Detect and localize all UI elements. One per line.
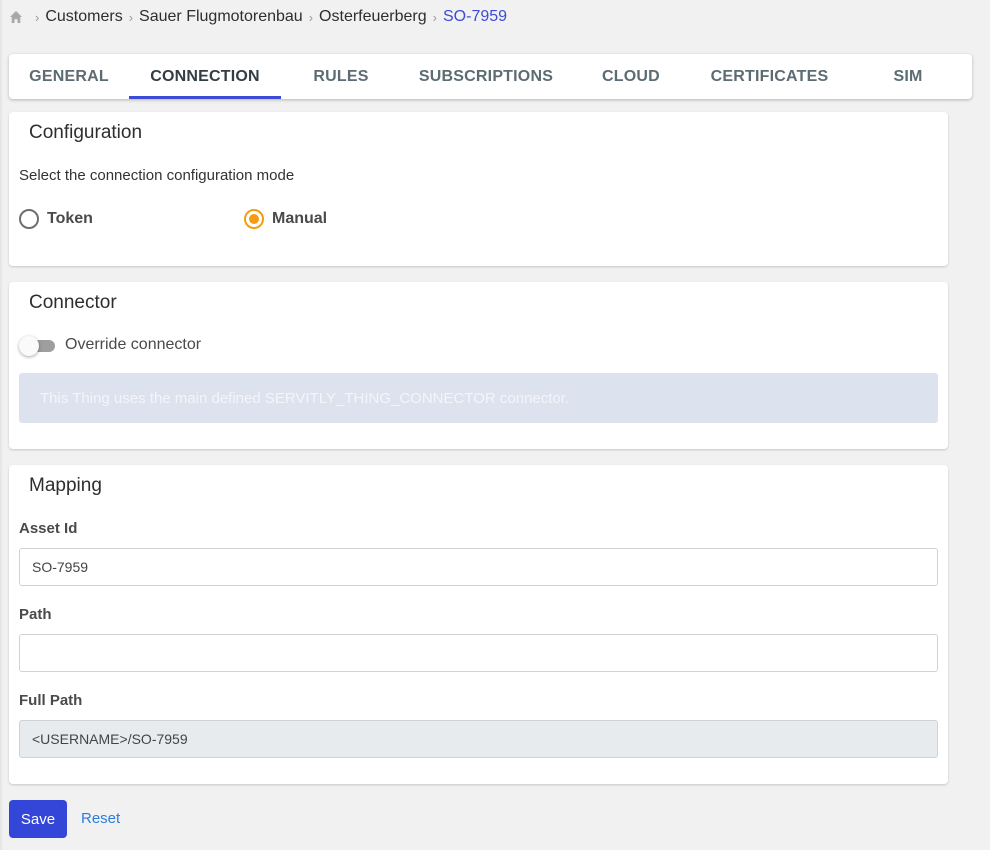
connector-card: Connector Override connector This Thing … — [9, 282, 948, 449]
configuration-description: Select the connection configuration mode — [19, 167, 295, 184]
chevron-right-icon: › — [308, 9, 314, 25]
breadcrumb-item-thing: SO-7959 — [443, 8, 508, 25]
asset-id-input[interactable] — [19, 548, 938, 586]
radio-manual-label: Manual — [272, 210, 328, 227]
full-path-input — [19, 720, 938, 758]
path-label: Path — [19, 606, 52, 623]
connector-title: Connector — [29, 292, 117, 313]
tab-cloud[interactable]: CLOUD — [571, 54, 691, 99]
home-icon[interactable] — [9, 10, 23, 24]
radio-token-label: Token — [47, 210, 93, 227]
tab-subscriptions[interactable]: SUBSCRIPTIONS — [401, 54, 571, 99]
chevron-right-icon: › — [35, 9, 40, 25]
save-button[interactable]: Save — [9, 800, 67, 838]
asset-id-label: Asset Id — [19, 520, 78, 537]
reset-link[interactable]: Reset — [81, 810, 120, 827]
tab-sim[interactable]: SIM — [848, 54, 968, 99]
breadcrumb-item-customer[interactable]: Sauer Flugmotorenbau — [139, 8, 303, 26]
tab-rules[interactable]: RULES — [281, 54, 401, 99]
toggle-switch-icon[interactable] — [19, 335, 57, 356]
mapping-card: Mapping Asset Id Path Full Path — [9, 465, 948, 784]
breadcrumb-item-customers[interactable]: Customers — [45, 8, 122, 26]
full-path-label: Full Path — [19, 692, 83, 709]
override-connector-label: Override connector — [65, 336, 202, 353]
configuration-title: Configuration — [29, 122, 143, 143]
tab-certificates[interactable]: CERTIFICATES — [691, 54, 848, 99]
breadcrumb: › Customers › Sauer Flugmotorenbau › Ost… — [9, 6, 507, 28]
radio-manual[interactable]: Manual — [244, 209, 327, 229]
mapping-title: Mapping — [29, 475, 102, 496]
tab-connection[interactable]: CONNECTION — [129, 54, 281, 99]
override-connector-toggle[interactable]: Override connector — [19, 335, 202, 356]
radio-unchecked-icon[interactable] — [19, 209, 39, 229]
chevron-right-icon: › — [128, 9, 134, 25]
chevron-right-icon: › — [432, 9, 437, 25]
sidebar-edge — [0, 0, 3, 850]
breadcrumb-item-location[interactable]: Osterfeuerberg — [319, 8, 427, 26]
tab-general[interactable]: GENERAL — [9, 54, 129, 99]
connector-info-box: This Thing uses the main defined SERVITL… — [19, 373, 938, 423]
radio-token[interactable]: Token — [19, 209, 93, 229]
path-input[interactable] — [19, 634, 938, 672]
radio-checked-icon[interactable] — [244, 209, 264, 229]
configuration-card: Configuration Select the connection conf… — [9, 112, 948, 266]
tab-bar: GENERAL CONNECTION RULES SUBSCRIPTIONS C… — [9, 54, 972, 99]
